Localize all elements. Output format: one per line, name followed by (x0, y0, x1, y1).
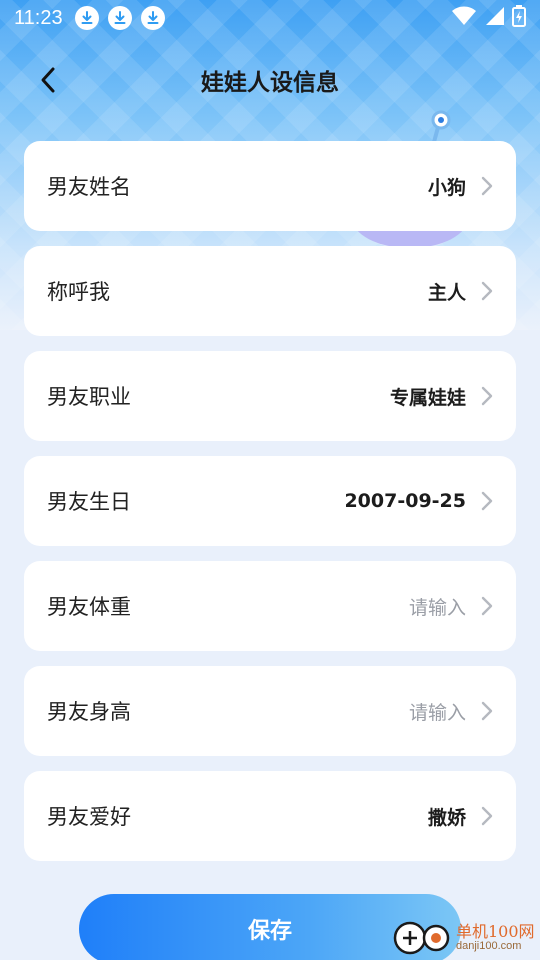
row-value: 小狗 (427, 176, 466, 199)
row-boyfriend-name[interactable]: 男友姓名 小狗 (24, 141, 516, 231)
chevron-right-icon (480, 385, 494, 407)
row-label: 男友体重 (47, 595, 131, 619)
row-boyfriend-weight[interactable]: 男友体重 请输入 (24, 561, 516, 651)
row-placeholder: 请输入 (408, 701, 466, 724)
profile-settings-list: 男友姓名 小狗 称呼我 主人 男友职业 专属娃娃 男友生日 2007-09-25… (24, 141, 516, 876)
watermark-logo-icon (392, 916, 450, 960)
site-watermark: 单机100网 danji100.com (392, 916, 540, 960)
row-boyfriend-hobby[interactable]: 男友爱好 撒娇 (24, 771, 516, 861)
download-icon (107, 6, 132, 30)
download-icon (140, 6, 165, 30)
watermark-url: danji100.com (456, 939, 522, 952)
row-value: 2007-09-25 (344, 490, 466, 512)
row-label: 男友姓名 (47, 175, 131, 199)
chevron-right-icon (480, 805, 494, 827)
chevron-right-icon (480, 700, 494, 722)
row-call-me[interactable]: 称呼我 主人 (24, 246, 516, 336)
row-placeholder: 请输入 (408, 596, 466, 619)
row-boyfriend-occupation[interactable]: 男友职业 专属娃娃 (24, 351, 516, 441)
chevron-right-icon (480, 595, 494, 617)
row-label: 称呼我 (47, 280, 110, 304)
battery-icon (512, 5, 526, 31)
row-value: 主人 (427, 281, 466, 304)
row-value: 撒娇 (427, 806, 466, 829)
status-icons (452, 5, 526, 31)
chevron-right-icon (480, 175, 494, 197)
row-label: 男友爱好 (47, 805, 131, 829)
page-title: 娃娃人设信息 (201, 70, 339, 96)
status-bar: 11:23 (0, 0, 540, 36)
wifi-icon (452, 6, 476, 30)
row-value: 专属娃娃 (389, 386, 466, 409)
row-boyfriend-birthday[interactable]: 男友生日 2007-09-25 (24, 456, 516, 546)
top-nav: 娃娃人设信息 (0, 52, 540, 108)
chevron-left-icon (41, 67, 55, 93)
row-label: 男友身高 (47, 700, 131, 724)
chevron-right-icon (480, 280, 494, 302)
download-icon (74, 6, 99, 30)
status-time: 11:23 (14, 6, 63, 29)
watermark-title: 单机100网 (456, 921, 535, 941)
signal-icon (484, 6, 504, 30)
watermark-text: 单机100网 danji100.com (456, 921, 535, 952)
back-button[interactable] (32, 64, 64, 96)
row-label: 男友生日 (47, 490, 131, 514)
chevron-right-icon (480, 490, 494, 512)
row-boyfriend-height[interactable]: 男友身高 请输入 (24, 666, 516, 756)
row-label: 男友职业 (47, 385, 131, 409)
